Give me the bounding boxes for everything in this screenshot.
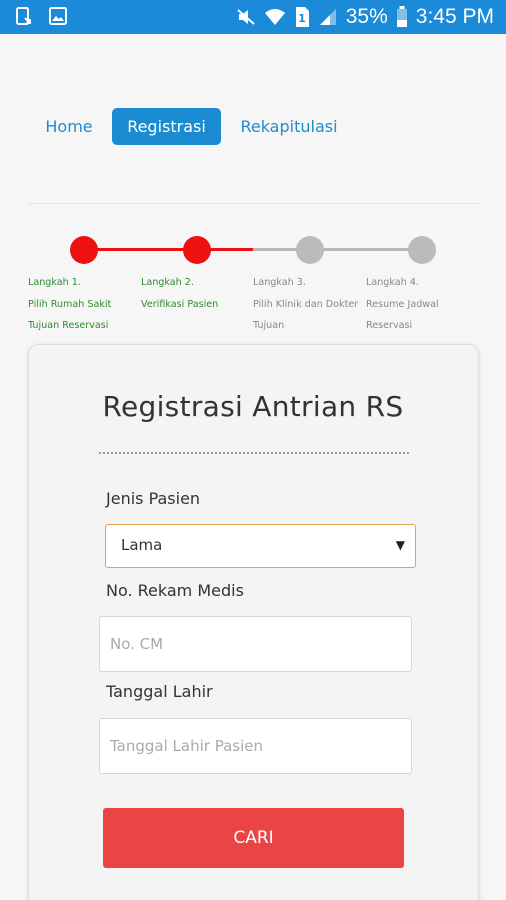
step-1-dot (70, 236, 98, 264)
step-4-dot (408, 236, 436, 264)
battery-icon (396, 6, 408, 28)
step-1-label: Langkah 1. Pilih Rumah Sakit Tujuan Rese… (28, 277, 112, 331)
status-time: 3:45 PM (415, 5, 494, 28)
wifi-icon (264, 7, 286, 27)
svg-text:1: 1 (298, 12, 306, 25)
tanggal-lahir-input[interactable] (99, 718, 412, 774)
jenis-pasien-value: Lama (121, 536, 163, 554)
step-connector-1 (84, 248, 197, 251)
signal-icon (318, 7, 338, 27)
top-nav: Home Registrasi Rekapitulasi (0, 108, 506, 146)
title-divider (99, 452, 409, 454)
cari-button[interactable]: CARI (103, 808, 404, 868)
mute-icon (236, 7, 256, 27)
rekam-medis-input[interactable] (99, 616, 412, 672)
nav-home[interactable]: Home (44, 108, 94, 145)
status-bar: 1 35% 3:45 PM (0, 0, 506, 34)
nav-rekapitulasi[interactable]: Rekapitulasi (240, 108, 338, 145)
step-2-label: Langkah 2. Verifikasi Pasien (141, 277, 219, 310)
phone-sync-icon (14, 6, 34, 26)
nav-registrasi[interactable]: Registrasi (112, 108, 221, 145)
image-icon (48, 6, 68, 26)
step-connector-4 (310, 248, 422, 251)
step-3-dot (296, 236, 324, 264)
form-title: Registrasi Antrian RS (102, 390, 404, 423)
jenis-pasien-select[interactable]: Lama ▼ (105, 524, 416, 568)
step-3-label: Langkah 3. Pilih Klinik dan Dokter Tujua… (253, 277, 359, 331)
battery-percent: 35% (345, 5, 388, 28)
sim-1-icon: 1 (294, 6, 310, 28)
jenis-pasien-label: Jenis Pasien (106, 489, 201, 508)
progress-steps: Langkah 1. Pilih Rumah Sakit Tujuan Rese… (0, 230, 506, 340)
dropdown-arrow-icon: ▼ (395, 538, 405, 552)
step-2-dot (183, 236, 211, 264)
rekam-medis-label: No. Rekam Medis (106, 581, 244, 600)
tanggal-lahir-label: Tanggal Lahir (106, 682, 213, 701)
step-4-label: Langkah 4. Resume Jadwal Reservasi (366, 277, 439, 331)
nav-divider (28, 203, 480, 204)
